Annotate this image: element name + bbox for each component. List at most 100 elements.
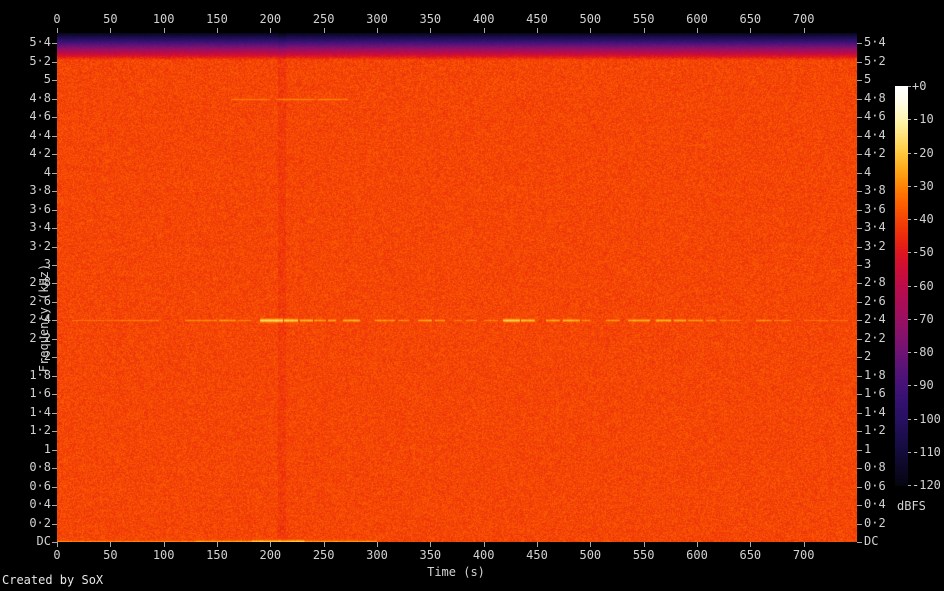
x-tick-label: 300	[366, 549, 388, 562]
y-tick-mark	[52, 117, 57, 118]
x-tick-mark	[590, 542, 591, 547]
colorbar-tick-mark	[908, 452, 911, 453]
y-tick-label: 4·6	[9, 110, 51, 123]
y-tick-label: 4·8	[9, 92, 51, 105]
y-tick-mark	[857, 247, 862, 248]
colorbar-tick-mark	[908, 485, 911, 486]
x-tick-label: 300	[366, 13, 388, 26]
y-tick-mark	[52, 62, 57, 63]
x-tick-label: 550	[633, 13, 655, 26]
x-tick-mark	[377, 28, 378, 33]
x-axis-title: Time (s)	[427, 565, 485, 579]
y-tick-mark	[857, 283, 862, 284]
y-tick-mark	[857, 376, 862, 377]
y-tick-label: 0·4	[864, 498, 886, 511]
y-tick-label: 5·2	[9, 55, 51, 68]
x-tick-label: 600	[686, 549, 708, 562]
y-tick-mark	[857, 80, 862, 81]
x-tick-label: 100	[153, 13, 175, 26]
y-tick-mark	[857, 505, 862, 506]
colorbar-tick-mark	[908, 219, 911, 220]
x-tick-mark	[217, 28, 218, 33]
colorbar-tick-label: -20	[912, 147, 934, 160]
x-tick-mark	[110, 542, 111, 547]
colorbar-tick-label: -10	[912, 113, 934, 126]
y-tick-mark	[857, 62, 862, 63]
y-tick-mark	[52, 413, 57, 414]
y-tick-mark	[857, 357, 862, 358]
credit-text: Created by SoX	[2, 573, 103, 587]
x-tick-mark	[537, 28, 538, 33]
y-tick-label: 5	[864, 73, 871, 86]
y-tick-mark	[52, 339, 57, 340]
x-tick-mark	[430, 542, 431, 547]
colorbar-tick-label: -90	[912, 379, 934, 392]
x-tick-mark	[217, 542, 218, 547]
colorbar-tick-label: -70	[912, 313, 934, 326]
y-tick-mark	[52, 210, 57, 211]
colorbar-unit-label: dBFS	[897, 499, 926, 513]
colorbar-tick-mark	[908, 319, 911, 320]
y-tick-mark	[857, 191, 862, 192]
x-tick-label: 450	[526, 13, 548, 26]
y-tick-mark	[857, 302, 862, 303]
x-tick-mark	[484, 542, 485, 547]
y-tick-mark	[857, 117, 862, 118]
y-tick-label: 5·4	[9, 36, 51, 49]
colorbar-tick-label: -110	[912, 446, 941, 459]
y-tick-mark	[857, 450, 862, 451]
y-tick-mark	[857, 413, 862, 414]
x-tick-mark	[750, 28, 751, 33]
x-tick-mark	[270, 28, 271, 33]
y-tick-label: 3·8	[9, 184, 51, 197]
colorbar-tick-mark	[908, 86, 911, 87]
y-tick-mark	[52, 524, 57, 525]
y-tick-label: 3·6	[9, 203, 51, 216]
y-tick-mark	[857, 154, 862, 155]
x-tick-mark	[697, 28, 698, 33]
y-tick-label: 4·4	[9, 129, 51, 142]
y-tick-label: 3·2	[864, 240, 886, 253]
y-tick-mark	[52, 80, 57, 81]
y-tick-label: 1·4	[9, 406, 51, 419]
y-tick-mark	[52, 542, 57, 543]
colorbar-tick-label: -100	[912, 413, 941, 426]
y-tick-label: 2·6	[864, 295, 886, 308]
x-tick-label: 100	[153, 549, 175, 562]
x-tick-label: 450	[526, 549, 548, 562]
x-tick-mark	[537, 542, 538, 547]
y-tick-mark	[52, 302, 57, 303]
x-tick-label: 650	[739, 549, 761, 562]
y-tick-mark	[52, 320, 57, 321]
y-tick-label: 1·6	[9, 387, 51, 400]
x-tick-mark	[164, 542, 165, 547]
x-tick-mark	[164, 28, 165, 33]
y-tick-mark	[52, 136, 57, 137]
y-tick-label: 2·8	[864, 276, 886, 289]
y-tick-label: 0·4	[9, 498, 51, 511]
x-tick-mark	[804, 542, 805, 547]
y-tick-mark	[857, 468, 862, 469]
y-tick-label: 5·4	[864, 36, 886, 49]
y-tick-label: 4·4	[864, 129, 886, 142]
y-axis-title: Frequency (kHz)	[37, 264, 51, 372]
y-tick-label: 3·6	[864, 203, 886, 216]
x-tick-mark	[377, 542, 378, 547]
y-tick-label: 4·6	[864, 110, 886, 123]
y-tick-mark	[52, 394, 57, 395]
x-tick-label: 500	[579, 549, 601, 562]
x-tick-label: 0	[53, 13, 60, 26]
y-tick-label: 1·2	[9, 424, 51, 437]
x-tick-label: 250	[313, 549, 335, 562]
x-tick-mark	[110, 28, 111, 33]
y-tick-mark	[52, 357, 57, 358]
y-tick-label: 1·4	[864, 406, 886, 419]
y-tick-mark	[857, 210, 862, 211]
colorbar-tick-mark	[908, 252, 911, 253]
x-tick-label: 600	[686, 13, 708, 26]
y-tick-label: 4·8	[864, 92, 886, 105]
x-tick-label: 350	[419, 13, 441, 26]
y-tick-mark	[52, 247, 57, 248]
colorbar-tick-mark	[908, 153, 911, 154]
y-tick-mark	[857, 99, 862, 100]
